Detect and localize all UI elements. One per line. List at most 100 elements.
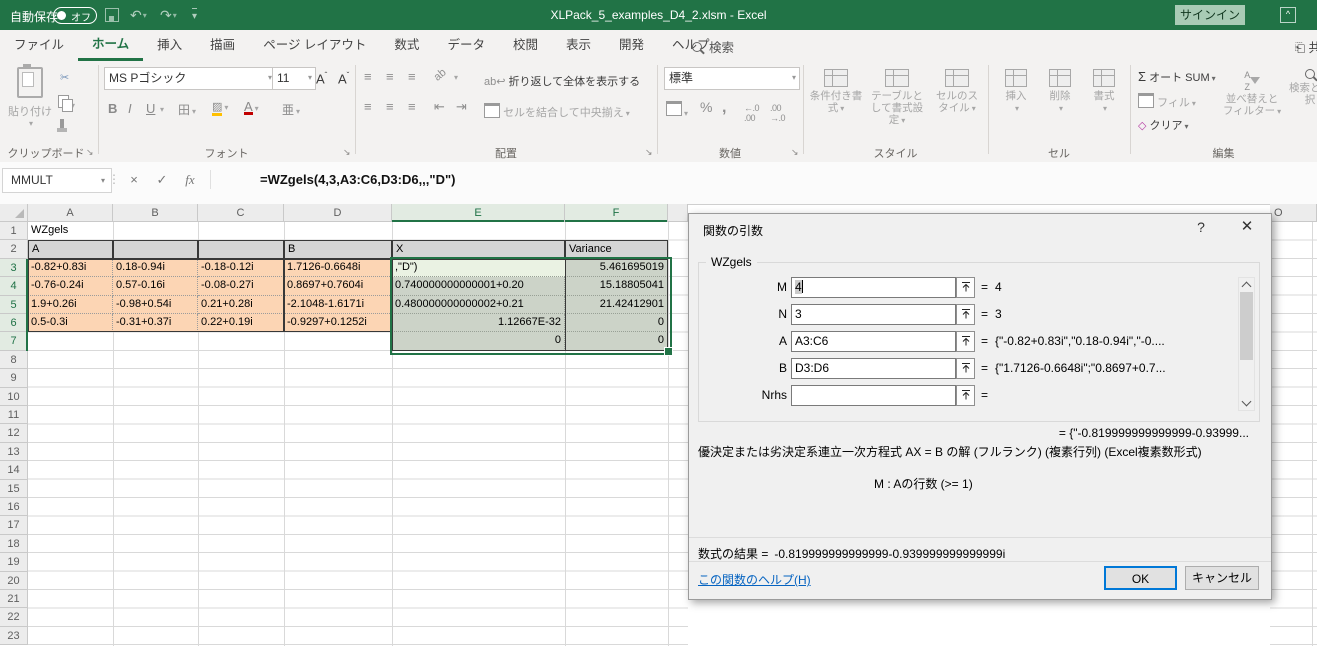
undo-button[interactable]: ↶▾ bbox=[130, 8, 147, 23]
param-input-N[interactable]: 3 bbox=[791, 304, 956, 325]
cut-button[interactable]: ✂ bbox=[60, 71, 69, 84]
name-box[interactable]: MMULT ▾ bbox=[2, 168, 112, 193]
number-dialog-launcher[interactable]: ↘ bbox=[791, 147, 799, 158]
row-header-1[interactable]: 1 bbox=[0, 222, 28, 241]
phonetic-button[interactable]: 亜 ▾ bbox=[282, 101, 300, 118]
merge-center-button[interactable]: セルを結合して中央揃え ▾ bbox=[484, 103, 630, 120]
row-header-21[interactable]: 21 bbox=[0, 590, 28, 609]
ribbon-tab[interactable]: 表示 bbox=[552, 30, 605, 61]
cancel-button[interactable]: キャンセル bbox=[1185, 566, 1259, 590]
select-all-corner[interactable] bbox=[0, 204, 28, 222]
row-header-8[interactable]: 8 bbox=[0, 350, 28, 370]
ribbon-tab[interactable]: 描画 bbox=[196, 30, 249, 61]
format-as-table-button[interactable]: テーブルとして書式設定 ▾ bbox=[866, 69, 928, 127]
align-right-button[interactable]: ≡ bbox=[408, 99, 416, 114]
row-header-17[interactable]: 17 bbox=[0, 516, 28, 535]
function-help-link[interactable]: この関数のヘルプ(H) bbox=[698, 571, 811, 588]
format-painter-button[interactable] bbox=[57, 119, 67, 132]
top-align-button[interactable]: ≡ bbox=[364, 69, 372, 84]
ok-button[interactable]: OK bbox=[1104, 566, 1177, 590]
column-header-A[interactable]: A bbox=[28, 204, 113, 222]
format-cells-button[interactable]: 書式 ▾ bbox=[1084, 69, 1124, 115]
column-header-C[interactable]: C bbox=[198, 204, 284, 222]
ribbon-tab[interactable]: データ bbox=[433, 30, 499, 61]
row-header-16[interactable]: 16 bbox=[0, 498, 28, 517]
row-header-7[interactable]: 7 bbox=[0, 332, 28, 351]
row-header-3[interactable]: 3 bbox=[0, 258, 28, 278]
align-center-button[interactable]: ≡ bbox=[386, 99, 394, 114]
underline-dropdown[interactable]: ▾ bbox=[160, 105, 164, 114]
bottom-align-button[interactable]: ≡ bbox=[408, 69, 416, 84]
find-select-button[interactable]: 検索と選択 bbox=[1288, 69, 1317, 106]
collapse-dialog-button[interactable] bbox=[956, 304, 975, 325]
fill-handle[interactable] bbox=[664, 347, 673, 356]
cell-D2[interactable]: B bbox=[284, 240, 392, 259]
percent-style-button[interactable]: % bbox=[700, 99, 712, 115]
qat-customize-button[interactable]: ▾ bbox=[192, 8, 198, 24]
row-header-22[interactable]: 22 bbox=[0, 608, 28, 627]
collapse-dialog-button[interactable] bbox=[956, 331, 975, 352]
scroll-down-icon[interactable] bbox=[1239, 394, 1254, 410]
insert-function-button[interactable]: fx bbox=[178, 168, 202, 191]
search-box[interactable]: 検索 bbox=[692, 37, 734, 56]
increase-indent-button[interactable]: ⇥ bbox=[456, 99, 467, 115]
formula-input[interactable]: =WZgels(4,3,A3:C6,D3:D6,,,"D") bbox=[260, 168, 455, 191]
ribbon-tab[interactable]: ページ レイアウト bbox=[249, 30, 380, 61]
delete-cells-button[interactable]: 削除 ▾ bbox=[1040, 69, 1080, 115]
row-header-4[interactable]: 4 bbox=[0, 277, 28, 296]
autosave-toggle[interactable]: オフ bbox=[53, 7, 97, 24]
paste-button[interactable]: 貼り付け ▾ bbox=[8, 64, 52, 128]
ribbon-tab[interactable]: 数式 bbox=[380, 30, 433, 61]
sort-filter-button[interactable]: AZ 並べ替えとフィルター ▾ bbox=[1222, 69, 1282, 118]
increase-font-button[interactable]: Aˆ bbox=[316, 71, 327, 86]
row-header-5[interactable]: 5 bbox=[0, 295, 28, 314]
collapse-dialog-button[interactable] bbox=[956, 358, 975, 379]
clear-button[interactable]: ◇ クリア ▾ bbox=[1138, 117, 1189, 133]
copy-button[interactable]: ▾ bbox=[58, 95, 75, 112]
increase-decimal-button[interactable]: ←.0.00 bbox=[744, 103, 760, 123]
dialog-scrollbar[interactable] bbox=[1238, 277, 1255, 411]
collapse-dialog-button[interactable] bbox=[956, 385, 975, 406]
font-color-button[interactable]: A ▾ bbox=[244, 100, 259, 115]
column-header-B[interactable]: B bbox=[113, 204, 198, 222]
font-name-combo[interactable]: MS Pゴシック ▾ bbox=[104, 67, 276, 90]
decrease-indent-button[interactable]: ⇤ bbox=[434, 99, 445, 115]
param-input-B[interactable]: D3:D6 bbox=[791, 358, 956, 379]
ribbon-tab[interactable]: ファイル bbox=[0, 30, 78, 61]
alignment-dialog-launcher[interactable]: ↘ bbox=[645, 147, 653, 158]
cell-C2[interactable] bbox=[198, 240, 284, 259]
redo-button[interactable]: ↷▾ bbox=[160, 8, 177, 23]
cell-styles-button[interactable]: セルのスタイル ▾ bbox=[932, 69, 982, 115]
wrap-text-button[interactable]: ab↩ 折り返して全体を表示する bbox=[484, 73, 640, 89]
share-button[interactable]: ⎗ 共有 bbox=[1295, 37, 1317, 56]
ribbon-tab[interactable]: 校閲 bbox=[499, 30, 552, 61]
row-header-12[interactable]: 12 bbox=[0, 424, 28, 443]
save-icon[interactable] bbox=[105, 8, 119, 22]
cancel-entry-button[interactable]: × bbox=[122, 168, 146, 191]
row-header-19[interactable]: 19 bbox=[0, 553, 28, 572]
column-header-D[interactable]: D bbox=[284, 204, 392, 222]
decrease-font-button[interactable]: Aˇ bbox=[338, 71, 349, 86]
param-input-A[interactable]: A3:C6 bbox=[791, 331, 956, 352]
ribbon-tab[interactable]: ホーム bbox=[78, 30, 144, 61]
font-size-combo[interactable]: 11 ▾ bbox=[272, 67, 316, 90]
orientation-button[interactable]: ab bbox=[432, 66, 449, 83]
column-header-F[interactable]: F bbox=[565, 204, 668, 222]
ribbon-display-options-icon[interactable]: ^ bbox=[1280, 7, 1296, 23]
param-input-M[interactable]: 4 bbox=[791, 277, 956, 298]
fill-color-button[interactable]: ▨ ▾ bbox=[212, 101, 228, 116]
row-header-13[interactable]: 13 bbox=[0, 442, 28, 462]
column-header-partial[interactable] bbox=[668, 204, 688, 222]
clipboard-dialog-launcher[interactable]: ↘ bbox=[86, 147, 94, 158]
sign-in-button[interactable]: サインイン bbox=[1175, 5, 1245, 25]
autosum-button[interactable]: Σ オート SUM ▾ bbox=[1138, 69, 1216, 85]
dialog-close-icon[interactable]: ✕ bbox=[1232, 217, 1262, 239]
accounting-format-button[interactable]: ▾ bbox=[666, 101, 688, 119]
bold-button[interactable]: B bbox=[108, 101, 117, 116]
dialog-help-button[interactable]: ? bbox=[1189, 219, 1213, 239]
italic-button[interactable]: I bbox=[128, 101, 132, 116]
ribbon-tab[interactable]: 挿入 bbox=[143, 30, 196, 61]
middle-align-button[interactable]: ≡ bbox=[386, 69, 394, 84]
column-header-O[interactable]: O bbox=[1270, 204, 1317, 222]
decrease-decimal-button[interactable]: .00 →.0 bbox=[770, 103, 786, 123]
